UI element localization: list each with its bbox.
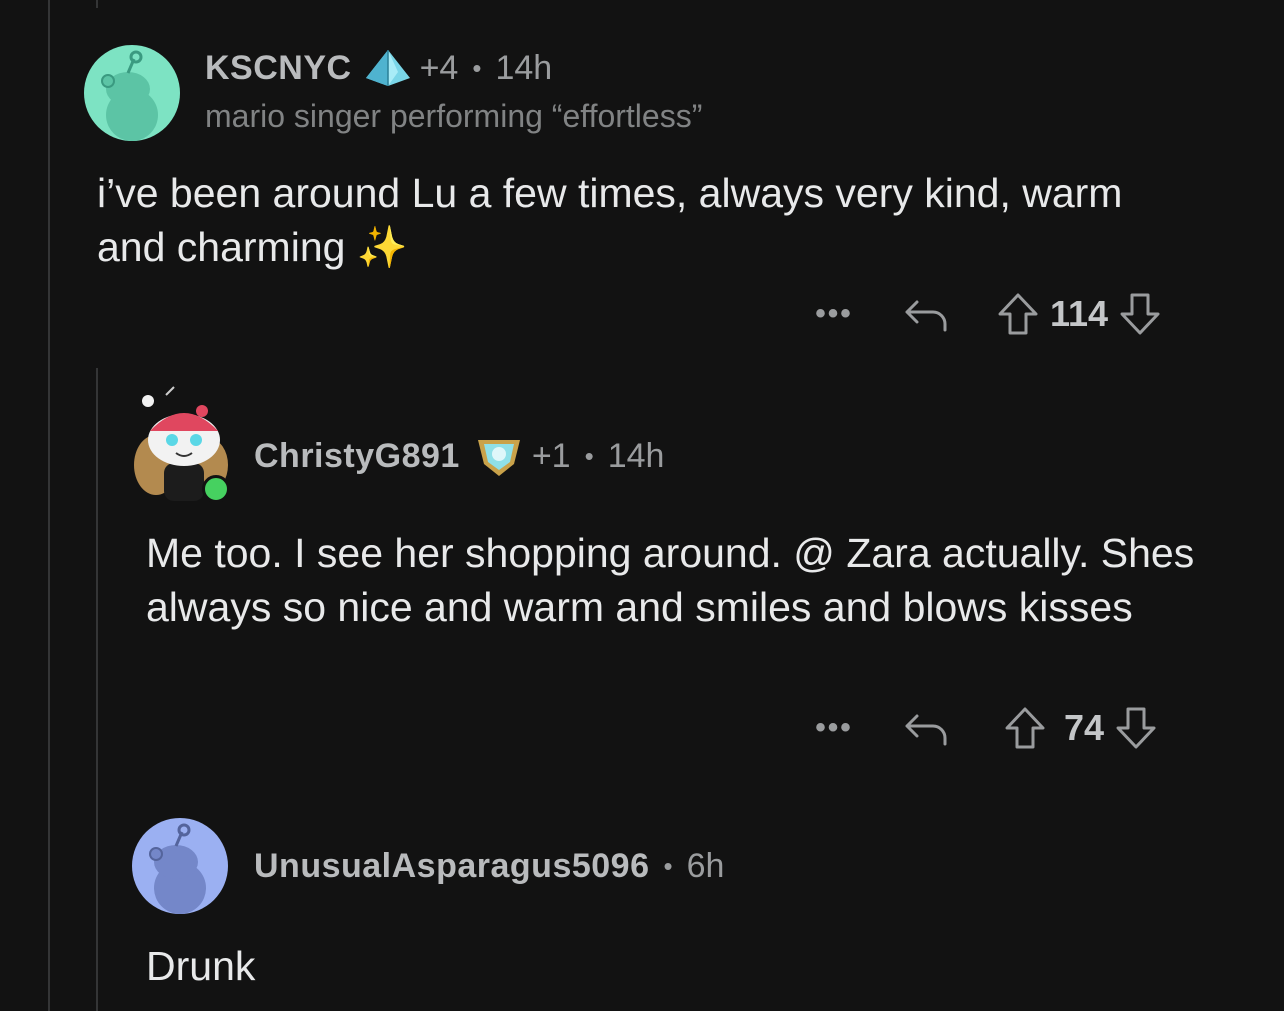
shield-award-icon[interactable] bbox=[474, 434, 524, 478]
timestamp: 14h bbox=[495, 48, 553, 87]
thread-line-reply[interactable] bbox=[96, 368, 98, 1011]
separator-dot: • bbox=[663, 851, 673, 881]
separator-dot: • bbox=[584, 440, 594, 471]
upvote-button[interactable] bbox=[996, 292, 1040, 336]
downvote-button[interactable] bbox=[1118, 292, 1162, 336]
timestamp: 14h bbox=[607, 436, 665, 475]
avatar[interactable] bbox=[132, 818, 228, 914]
upvote-icon bbox=[1005, 707, 1045, 749]
crystal-award-icon[interactable] bbox=[364, 48, 412, 88]
downvote-button[interactable] bbox=[1114, 706, 1158, 750]
award-count[interactable]: +1 bbox=[532, 437, 571, 476]
thread-line-top bbox=[96, 0, 98, 8]
username[interactable]: KSCNYC bbox=[205, 49, 352, 88]
separator-dot: • bbox=[472, 52, 482, 83]
reply-button[interactable] bbox=[856, 294, 996, 334]
vote-count: 114 bbox=[1050, 293, 1109, 334]
reply-icon bbox=[905, 714, 947, 746]
comment-body: Drunk bbox=[146, 943, 256, 989]
user-flair: mario singer performing “effortless” bbox=[205, 98, 703, 134]
downvote-icon bbox=[1116, 707, 1156, 749]
comment-actions: ••• 114 bbox=[812, 292, 1162, 336]
award-count[interactable]: +4 bbox=[420, 49, 459, 88]
upvote-button[interactable] bbox=[996, 706, 1054, 750]
username[interactable]: UnusualAsparagus5096 bbox=[254, 847, 650, 886]
online-status-badge bbox=[202, 475, 230, 503]
reply-button[interactable] bbox=[856, 708, 996, 748]
comment-body: Me too. I see her shopping around. @ Zar… bbox=[146, 530, 1195, 630]
snoo-avatar-icon bbox=[149, 823, 206, 914]
more-options-button[interactable]: ••• bbox=[812, 711, 856, 745]
comment-body: i’ve been around Lu a few times, always … bbox=[97, 170, 1123, 270]
upvote-icon bbox=[998, 293, 1038, 335]
username[interactable]: ChristyG891 bbox=[254, 437, 460, 476]
comment-actions: ••• 74 bbox=[812, 706, 1158, 750]
timestamp: 6h bbox=[686, 847, 725, 885]
reply-icon bbox=[905, 300, 947, 332]
comment-meta: ChristyG891 +1 • 14h bbox=[254, 434, 664, 478]
avatar[interactable] bbox=[84, 45, 180, 141]
more-options-button[interactable]: ••• bbox=[812, 297, 856, 331]
comment-meta: KSCNYC +4 • 14h bbox=[205, 48, 552, 88]
snoo-avatar-icon bbox=[101, 50, 158, 141]
downvote-icon bbox=[1120, 293, 1160, 335]
comment-meta: UnusualAsparagus5096 • 6h bbox=[254, 847, 724, 886]
vote-count: 74 bbox=[1064, 707, 1105, 748]
thread-line-root[interactable] bbox=[48, 0, 50, 1011]
